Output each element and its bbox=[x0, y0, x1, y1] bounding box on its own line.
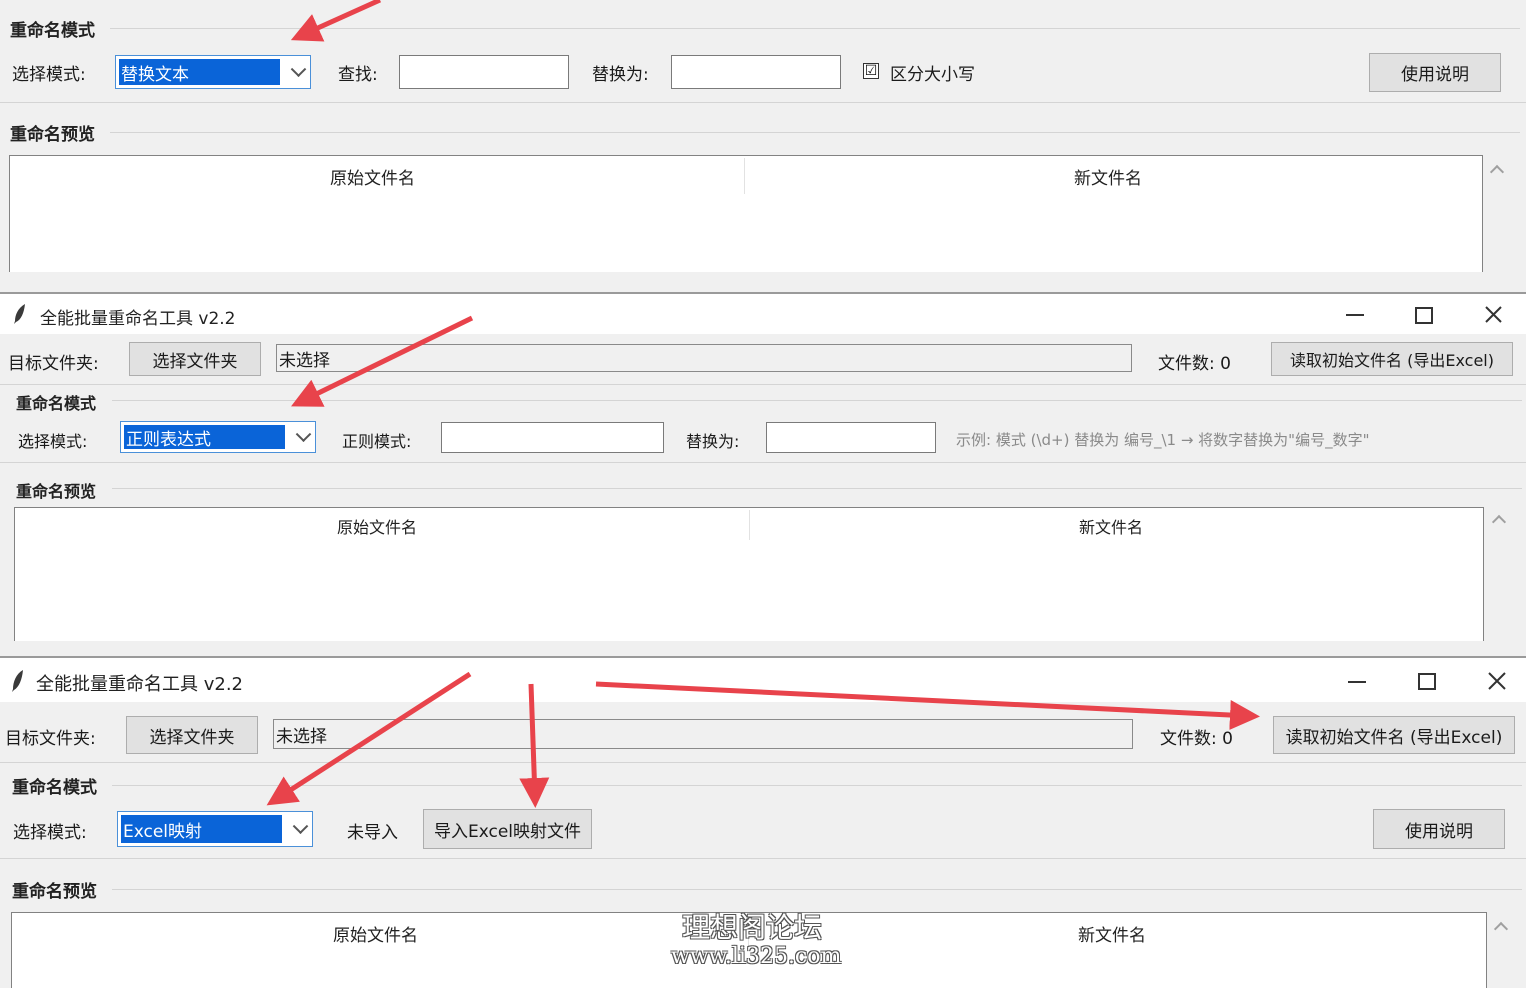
read-filenames-button[interactable]: 读取初始文件名 (导出Excel) bbox=[1273, 716, 1515, 754]
group-divider bbox=[112, 400, 1522, 401]
column-header-new[interactable]: 新文件名 bbox=[1078, 921, 1146, 946]
rename-preview-group-title: 重命名预览 bbox=[10, 125, 95, 145]
folder-path-field[interactable]: 未选择 bbox=[276, 344, 1132, 372]
group-divider bbox=[0, 384, 1526, 385]
minimize-icon[interactable] bbox=[1348, 681, 1366, 683]
case-sensitive-label: 区分大小写 bbox=[890, 65, 975, 85]
find-label: 查找: bbox=[338, 65, 378, 85]
preview-table[interactable]: 原始文件名 新文件名 bbox=[14, 507, 1484, 641]
regex-hint-text: 示例: 模式 (\d+) 替换为 编号_\1 → 将数字替换为"编号_数字" bbox=[956, 431, 1370, 449]
mode-label: 选择模式: bbox=[12, 65, 86, 85]
column-header-original[interactable]: 原始文件名 bbox=[330, 164, 415, 189]
group-divider bbox=[0, 102, 1526, 103]
chevron-down-icon[interactable] bbox=[290, 61, 307, 78]
mode-select[interactable]: 正则表达式 bbox=[120, 421, 316, 453]
group-divider bbox=[112, 488, 1522, 489]
column-header-new[interactable]: 新文件名 bbox=[1074, 164, 1142, 189]
window-titlebar: 全能批量重命名工具 v2.2 bbox=[0, 658, 1526, 702]
group-divider bbox=[0, 858, 1526, 859]
mode-select[interactable]: Excel映射 bbox=[117, 811, 313, 847]
case-sensitive-checkbox[interactable]: ☑ bbox=[863, 63, 879, 79]
group-divider bbox=[110, 132, 1520, 133]
rename-mode-group-title: 重命名模式 bbox=[12, 778, 97, 798]
find-input[interactable] bbox=[399, 55, 569, 89]
column-header-original[interactable]: 原始文件名 bbox=[333, 921, 418, 946]
file-count: 文件数: 0 bbox=[1160, 729, 1233, 749]
maximize-icon[interactable] bbox=[1415, 307, 1433, 324]
close-icon[interactable] bbox=[1488, 672, 1506, 690]
screenshot-panel-replace-text: 重命名模式 选择模式: 替换文本 查找: 替换为: ☑ 区分大小写 使用说明 重… bbox=[0, 0, 1526, 272]
rename-preview-group-title: 重命名预览 bbox=[12, 882, 97, 902]
group-divider bbox=[0, 462, 1526, 463]
screenshot-panel-regex: 全能批量重命名工具 v2.2 目标文件夹: 选择文件夹 未选择 文件数: 0 读… bbox=[0, 292, 1526, 641]
window-title: 全能批量重命名工具 v2.2 bbox=[40, 309, 236, 329]
watermark-line1: 理想阁论坛 bbox=[682, 911, 823, 944]
rename-mode-group-title: 重命名模式 bbox=[16, 394, 97, 413]
help-button[interactable]: 使用说明 bbox=[1369, 53, 1501, 92]
read-filenames-button[interactable]: 读取初始文件名 (导出Excel) bbox=[1271, 342, 1513, 376]
preview-scrollbar[interactable] bbox=[1486, 507, 1512, 641]
scroll-up-icon[interactable] bbox=[1493, 921, 1509, 937]
choose-folder-button[interactable]: 选择文件夹 bbox=[126, 716, 258, 754]
preview-scrollbar[interactable] bbox=[1488, 912, 1514, 988]
chevron-down-icon[interactable] bbox=[292, 818, 309, 835]
group-divider bbox=[112, 785, 1522, 786]
rename-preview-group-title: 重命名预览 bbox=[16, 482, 97, 501]
mode-select-value: 正则表达式 bbox=[124, 425, 285, 450]
column-separator[interactable] bbox=[744, 158, 745, 194]
regex-input[interactable] bbox=[441, 422, 664, 453]
group-divider bbox=[0, 762, 1526, 763]
replace-input[interactable] bbox=[766, 422, 936, 453]
maximize-icon[interactable] bbox=[1418, 673, 1436, 690]
chevron-down-icon[interactable] bbox=[295, 426, 312, 443]
mode-label: 选择模式: bbox=[18, 432, 88, 451]
mode-select-value: 替换文本 bbox=[119, 59, 280, 85]
mode-label: 选择模式: bbox=[13, 823, 87, 843]
import-status: 未导入 bbox=[347, 823, 398, 843]
app-feather-icon bbox=[12, 670, 23, 692]
minimize-icon[interactable] bbox=[1346, 314, 1364, 316]
mode-select[interactable]: 替换文本 bbox=[115, 55, 311, 89]
group-divider bbox=[110, 28, 1520, 29]
replace-label: 替换为: bbox=[686, 432, 740, 451]
file-count: 文件数: 0 bbox=[1158, 354, 1231, 374]
preview-table[interactable]: 原始文件名 新文件名 bbox=[9, 155, 1483, 272]
scroll-up-icon[interactable] bbox=[1489, 164, 1505, 180]
watermark-line2: www.li325.com bbox=[671, 944, 842, 969]
help-button[interactable]: 使用说明 bbox=[1373, 809, 1505, 849]
target-folder-label: 目标文件夹: bbox=[8, 354, 99, 374]
mode-select-value: Excel映射 bbox=[121, 815, 282, 843]
scroll-up-icon[interactable] bbox=[1491, 514, 1507, 530]
close-icon[interactable] bbox=[1485, 306, 1502, 323]
regex-label: 正则模式: bbox=[342, 432, 412, 451]
replace-input[interactable] bbox=[671, 55, 841, 89]
window-title: 全能批量重命名工具 v2.2 bbox=[36, 674, 243, 695]
app-feather-icon bbox=[14, 304, 25, 324]
target-folder-label: 目标文件夹: bbox=[5, 729, 96, 749]
column-separator[interactable] bbox=[749, 510, 750, 540]
import-excel-button[interactable]: 导入Excel映射文件 bbox=[423, 809, 592, 849]
rename-mode-group-title: 重命名模式 bbox=[10, 21, 95, 41]
window-titlebar: 全能批量重命名工具 v2.2 bbox=[0, 294, 1526, 334]
group-divider bbox=[112, 889, 1522, 890]
column-header-new[interactable]: 新文件名 bbox=[1079, 514, 1143, 538]
replace-label: 替换为: bbox=[592, 65, 649, 85]
folder-path-field[interactable]: 未选择 bbox=[273, 719, 1133, 749]
choose-folder-button[interactable]: 选择文件夹 bbox=[129, 342, 261, 376]
preview-scrollbar[interactable] bbox=[1484, 155, 1510, 272]
column-header-original[interactable]: 原始文件名 bbox=[337, 514, 417, 538]
